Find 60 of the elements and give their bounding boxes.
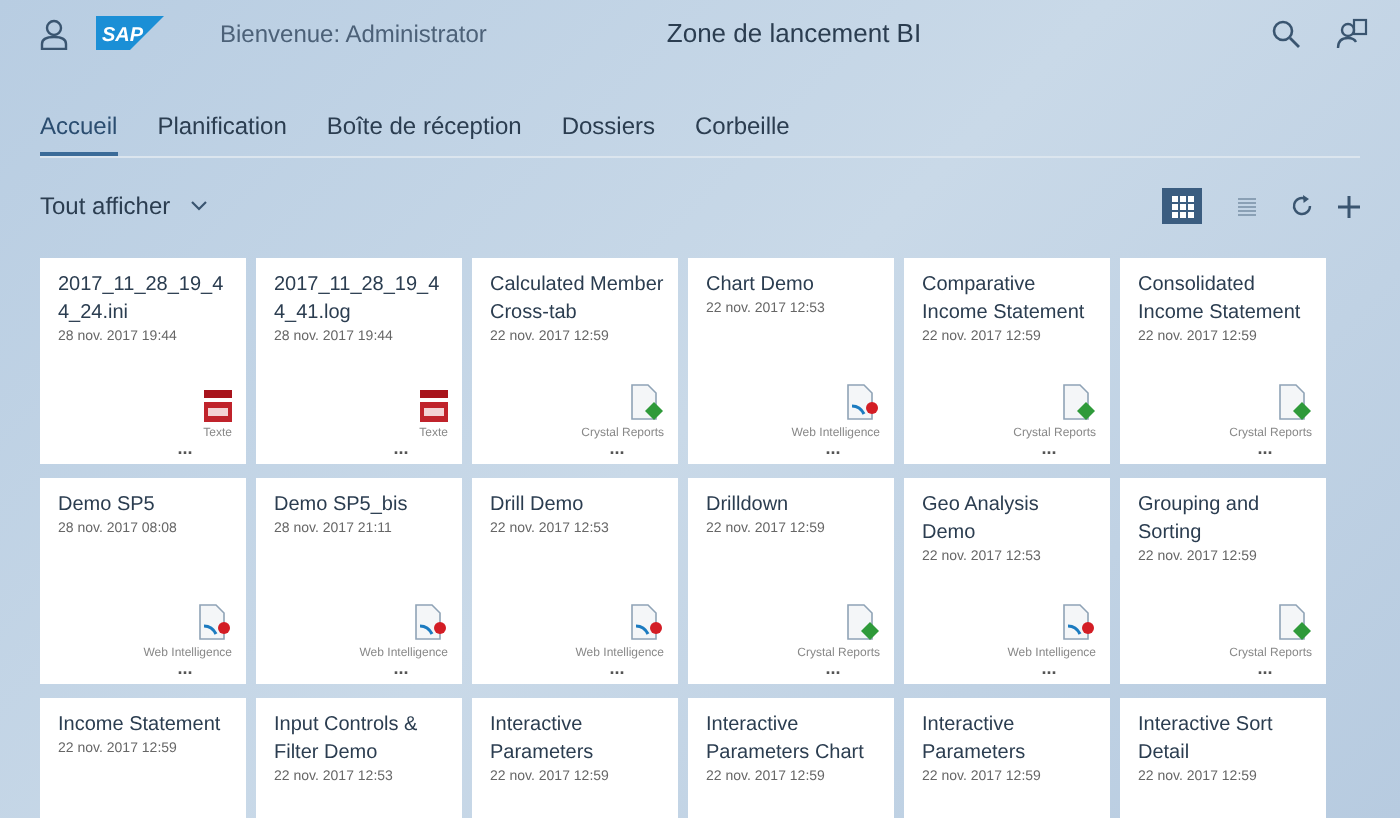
nav-tab[interactable]: Corbeille bbox=[695, 96, 790, 156]
nav-tab[interactable]: Accueil bbox=[40, 96, 118, 156]
report-file-icon bbox=[846, 604, 880, 642]
more-options-button[interactable]: ... bbox=[1257, 660, 1273, 676]
more-options-button[interactable]: ... bbox=[393, 440, 409, 456]
user-settings-icon[interactable] bbox=[1336, 17, 1368, 49]
app-title: Zone de lancement BI bbox=[666, 18, 922, 48]
grid-view-button[interactable] bbox=[1162, 188, 1202, 224]
more-options-button[interactable]: ... bbox=[1041, 440, 1057, 456]
tile-title: Comparative Income Statement bbox=[922, 272, 1087, 328]
tile-title: 2017_11_28_19_44_41.log bbox=[274, 272, 442, 328]
more-options-button[interactable]: ... bbox=[177, 660, 193, 676]
text-file-icon bbox=[420, 390, 448, 422]
report-file-icon bbox=[630, 604, 664, 642]
report-file-icon bbox=[1062, 604, 1096, 642]
tile-title: 2017_11_28_19_44_24.ini bbox=[58, 272, 226, 328]
tile-title: Demo SP5_bis bbox=[274, 492, 410, 520]
tile-title: Grouping and Sorting bbox=[1138, 492, 1262, 548]
more-options-button[interactable]: ... bbox=[1041, 660, 1057, 676]
more-options-button[interactable]: ... bbox=[825, 660, 841, 676]
list-icon bbox=[1237, 195, 1255, 217]
report-file-icon bbox=[1278, 604, 1312, 642]
refresh-icon[interactable] bbox=[1290, 194, 1314, 218]
logo-icon: SAP bbox=[96, 16, 164, 50]
tile-title: Calculated Member Cross-tab bbox=[490, 272, 664, 328]
tile-title: Input Controls & Filter Demo bbox=[274, 712, 420, 768]
more-options-button[interactable]: ... bbox=[825, 440, 841, 456]
tile-title: Income Statement bbox=[58, 712, 223, 740]
report-file-icon bbox=[1278, 384, 1312, 422]
text-file-icon bbox=[204, 390, 232, 422]
tile-title: Consolidated Income Statement bbox=[1138, 272, 1303, 328]
report-file-icon bbox=[1062, 384, 1096, 422]
tile-title: Geo Analysis Demo bbox=[922, 492, 1041, 548]
tile-title: Drilldown bbox=[706, 492, 791, 520]
tile-title: Chart Demo bbox=[706, 272, 816, 300]
filter-dropdown[interactable]: Tout afficher bbox=[40, 192, 209, 220]
report-file-icon bbox=[630, 384, 664, 422]
nav-tab[interactable]: Planification bbox=[157, 96, 287, 156]
report-file-icon bbox=[846, 384, 880, 422]
report-file-icon bbox=[198, 604, 232, 642]
tile-title: Drill Demo bbox=[490, 492, 586, 520]
grid-icon bbox=[1171, 195, 1193, 217]
tile-title: Interactive Parameters Chart bbox=[706, 712, 866, 768]
user-icon[interactable] bbox=[40, 17, 68, 49]
nav-tab[interactable]: Dossiers bbox=[561, 96, 655, 156]
tile-title: Interactive Parameters bbox=[490, 712, 596, 768]
more-options-button[interactable]: ... bbox=[609, 440, 625, 456]
more-options-button[interactable]: ... bbox=[393, 660, 409, 676]
chevron-icon bbox=[190, 200, 209, 212]
tile-title: Interactive Sort Detail bbox=[1138, 712, 1275, 768]
tile-title: Demo SP5 bbox=[58, 492, 157, 520]
tile-title: Interactive Parameters bbox=[922, 712, 1028, 768]
welcome-text: Bienvenue: Administrator bbox=[220, 19, 487, 47]
report-file-icon bbox=[414, 604, 448, 642]
more-options-button[interactable]: ... bbox=[1257, 440, 1273, 456]
more-options-button[interactable]: ... bbox=[609, 660, 625, 676]
search-icon[interactable] bbox=[1272, 19, 1300, 47]
add-icon[interactable] bbox=[1338, 195, 1360, 217]
nav-tab[interactable]: Boîte de réception bbox=[326, 96, 522, 156]
more-options-button[interactable]: ... bbox=[177, 440, 193, 456]
